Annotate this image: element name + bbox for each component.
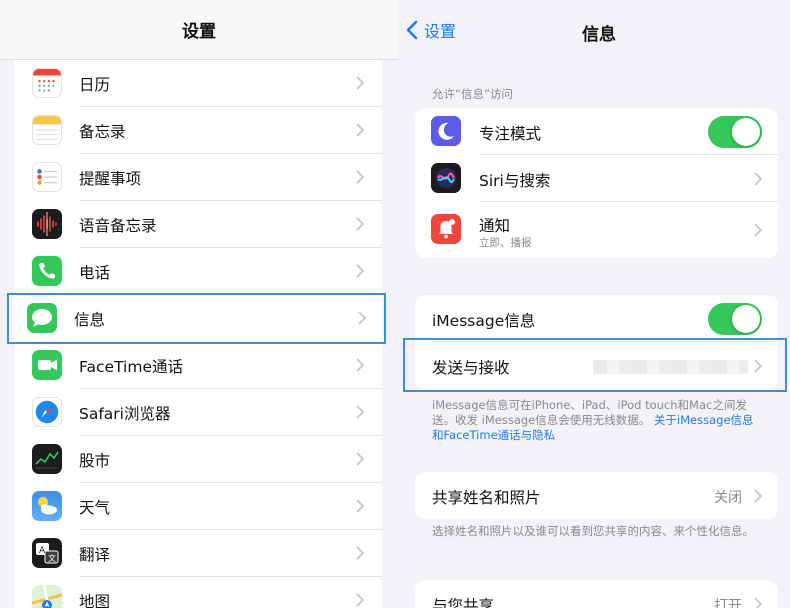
imessage-row[interactable]: iMessage信息 (415, 295, 778, 342)
chevron-right-icon (356, 170, 364, 184)
access-group: 专注模式 Siri与搜索 通知 立即、播报 (415, 108, 778, 258)
notifications-row[interactable]: 通知 立即、播报 (415, 202, 778, 258)
settings-item-voice-memos[interactable]: 语音备忘录 (14, 201, 382, 248)
settings-item-label: 翻译 (79, 545, 111, 564)
settings-item-maps[interactable]: 地图 (14, 577, 382, 608)
chevron-right-icon (356, 499, 364, 513)
shared-with-you-label: 与您共享 (432, 597, 495, 608)
notifications-sublabel: 立即、播报 (479, 237, 532, 249)
svg-text:文: 文 (48, 553, 56, 563)
share-name-row[interactable]: 共享姓名和照片 关闭 (415, 472, 778, 519)
settings-item-messages[interactable]: 信息 (7, 293, 386, 344)
imessage-label: iMessage信息 (432, 312, 536, 330)
settings-item-label: Safari浏览器 (79, 404, 171, 423)
settings-item-label: 语音备忘录 (79, 216, 157, 235)
chevron-right-icon (754, 489, 762, 503)
imessage-toggle[interactable] (708, 303, 762, 335)
settings-pane: 设置 日历 备忘录 提醒事项 语音备忘录 电话 信息 FaceTime通话 Sa… (0, 0, 398, 608)
shared-with-you-value: 打开 (714, 598, 742, 608)
facetime-icon (32, 350, 62, 380)
share-name-group: 共享姓名和照片 关闭 (415, 472, 778, 519)
translate-icon: A文 (32, 538, 62, 568)
chevron-right-icon (356, 217, 364, 231)
settings-navbar: 设置 (0, 0, 398, 60)
settings-item-facetime[interactable]: FaceTime通话 (14, 342, 382, 389)
siri-search-label: Siri与搜索 (479, 172, 551, 190)
share-name-note: 选择姓名和照片以及谁可以看到您共享的内容、来个性化信息。 (432, 524, 754, 538)
messages-icon (27, 303, 57, 333)
voice-memos-icon (32, 209, 62, 239)
svg-text:A: A (39, 546, 46, 556)
messages-settings-pane: 设置 信息 允许“信息”访问 专注模式 Siri与搜索 通知 立即、播报 iMe… (398, 0, 790, 608)
notification-bell-icon (431, 214, 461, 244)
toggle-knob (732, 305, 760, 333)
settings-title: 设置 (182, 22, 216, 42)
toggle-knob (732, 118, 760, 146)
chevron-right-icon (358, 311, 366, 325)
shared-with-you-row[interactable]: 与您共享 打开 (415, 580, 778, 608)
reminders-icon (32, 162, 62, 192)
stocks-icon (32, 444, 62, 474)
safari-icon (32, 397, 62, 427)
share-name-value: 关闭 (714, 490, 742, 506)
moon-icon (431, 116, 461, 146)
chevron-right-icon (356, 123, 364, 137)
chevron-right-icon (356, 546, 364, 560)
highlight-box (403, 338, 787, 392)
messages-navbar: 设置 信息 (398, 0, 790, 62)
phone-icon (32, 256, 62, 286)
settings-item-phone[interactable]: 电话 (14, 248, 382, 295)
settings-item-label: 备忘录 (79, 122, 126, 141)
chevron-right-icon (754, 597, 762, 608)
maps-icon (32, 585, 62, 608)
chevron-right-icon (754, 223, 762, 237)
focus-toggle[interactable] (708, 116, 762, 148)
settings-item-label: 地图 (79, 592, 111, 608)
chevron-right-icon (754, 172, 762, 186)
settings-item-safari[interactable]: Safari浏览器 (14, 389, 382, 436)
settings-item-reminders[interactable]: 提醒事项 (14, 154, 382, 201)
focus-row[interactable]: 专注模式 (415, 108, 778, 155)
settings-item-label: 日历 (79, 75, 111, 94)
section-header-access: 允许“信息”访问 (432, 87, 513, 101)
settings-item-label: FaceTime通话 (79, 357, 183, 376)
calendar-icon (32, 68, 62, 98)
settings-item-label: 信息 (74, 310, 106, 329)
settings-item-label: 天气 (79, 498, 111, 517)
chevron-right-icon (356, 358, 364, 372)
focus-label: 专注模式 (479, 125, 542, 143)
settings-item-translate[interactable]: A文 翻译 (14, 530, 382, 577)
notifications-label: 通知 (479, 217, 511, 235)
chevron-right-icon (356, 264, 364, 278)
settings-item-stocks[interactable]: 股市 (14, 436, 382, 483)
weather-icon (32, 491, 62, 521)
siri-icon (431, 163, 461, 193)
share-name-label: 共享姓名和照片 (432, 489, 541, 507)
chevron-right-icon (356, 405, 364, 419)
settings-item-calendar[interactable]: 日历 (14, 60, 382, 107)
settings-item-weather[interactable]: 天气 (14, 483, 382, 530)
settings-item-label: 股市 (79, 451, 111, 470)
page-title: 信息 (582, 25, 616, 45)
imessage-note: iMessage信息可在iPhone、iPad、iPod touch和Mac之间… (432, 398, 762, 443)
notes-icon (32, 115, 62, 145)
siri-search-row[interactable]: Siri与搜索 (415, 155, 778, 202)
settings-item-label: 电话 (79, 263, 111, 282)
settings-list: 日历 备忘录 提醒事项 语音备忘录 电话 信息 FaceTime通话 Safar… (7, 60, 386, 608)
chevron-right-icon (356, 76, 364, 90)
chevron-right-icon (356, 593, 364, 607)
shared-with-you-group: 与您共享 打开 (415, 580, 778, 608)
settings-item-notes[interactable]: 备忘录 (14, 107, 382, 154)
chevron-right-icon (356, 452, 364, 466)
settings-item-label: 提醒事项 (79, 169, 142, 188)
